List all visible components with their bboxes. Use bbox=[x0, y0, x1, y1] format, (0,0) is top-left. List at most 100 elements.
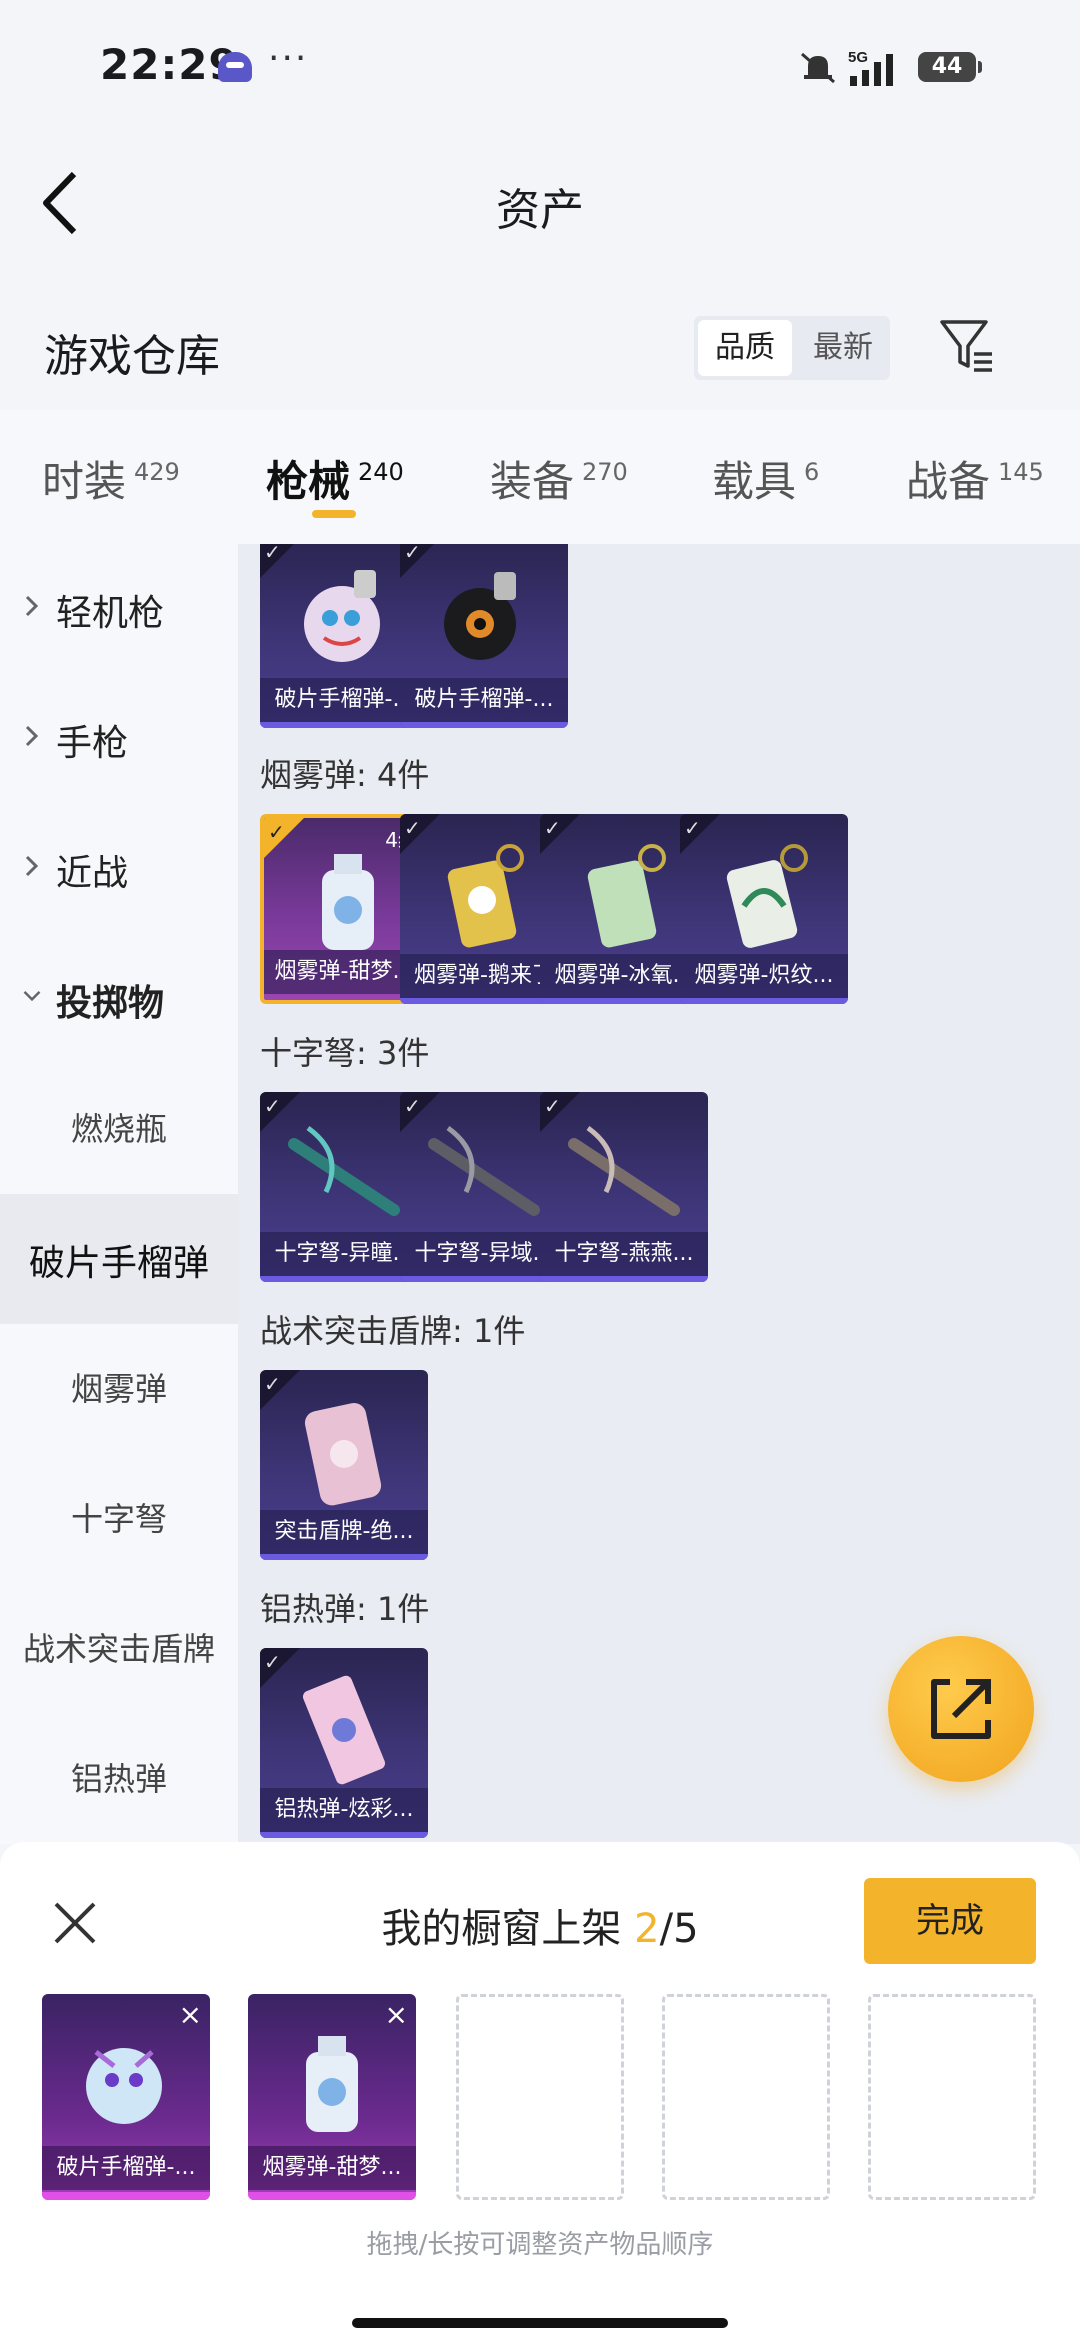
more-notifications-icon: ··· bbox=[268, 38, 309, 79]
smoke-bottle-icon bbox=[322, 854, 374, 950]
filter-icon[interactable] bbox=[938, 316, 994, 376]
grenade-icon bbox=[304, 570, 380, 662]
page-title: 资产 bbox=[496, 185, 584, 236]
smoke-canister-icon bbox=[587, 844, 666, 948]
sidebar-sub-crossbow[interactable]: 十字弩 bbox=[0, 1454, 238, 1584]
slot-item-name: 烟雾弹-甜梦... bbox=[248, 2146, 416, 2190]
total-count: /5 bbox=[659, 1906, 699, 1952]
chevron-down-icon bbox=[23, 990, 41, 1002]
tab-vehicles[interactable]: 载具 6 bbox=[712, 448, 819, 509]
tab-supplies[interactable]: 战备 145 bbox=[906, 448, 1044, 509]
sidebar-sub-smoke[interactable]: 烟雾弹 bbox=[0, 1324, 238, 1454]
showcase-slot[interactable]: × 破片手榴弹-... bbox=[42, 1994, 210, 2200]
showcase-slot[interactable]: × 烟雾弹-甜梦... bbox=[248, 1994, 416, 2200]
asset-card[interactable]: ✓ 突击盾牌-绝... bbox=[260, 1370, 428, 1560]
check-icon: ✓ bbox=[264, 544, 281, 564]
battery-indicator: 44 bbox=[918, 52, 982, 82]
category-tabs: 时装 429 枪械 240 装备 270 载具 6 战备 145 bbox=[0, 410, 1080, 544]
asset-card[interactable]: ✓ 十字弩-燕燕... bbox=[540, 1092, 708, 1282]
sidebar-sub-label: 烟雾弹 bbox=[70, 1370, 167, 1408]
sidebar-sub-label: 铝热弹 bbox=[70, 1760, 167, 1798]
sidebar-item-label: 投掷物 bbox=[56, 983, 165, 1024]
active-tab-indicator bbox=[312, 510, 356, 518]
check-icon: ✓ bbox=[264, 1650, 281, 1674]
empty-slot[interactable] bbox=[662, 1994, 830, 2200]
sort-latest-button[interactable]: 最新 bbox=[796, 316, 890, 380]
crossbow-icon bbox=[568, 1125, 680, 1216]
group-label: 十字弩: 3件 bbox=[260, 1034, 430, 1072]
sidebar-sub-label: 破片手榴弹 bbox=[28, 1243, 209, 1284]
sidebar-item-label: 轻机枪 bbox=[56, 593, 165, 634]
shield-icon bbox=[304, 1403, 382, 1506]
chevron-right-icon bbox=[25, 725, 39, 747]
sidebar-item-lmg[interactable]: 轻机枪 bbox=[0, 544, 238, 674]
sidebar-sub-frag-grenade[interactable]: 破片手榴弹 bbox=[0, 1194, 238, 1324]
warehouse-bar: 游戏仓库 品质 最新 bbox=[0, 290, 1080, 410]
asset-name: 十字弩-燕燕... bbox=[540, 1232, 708, 1276]
smoke-canister-icon bbox=[447, 844, 524, 948]
smoke-canister-icon bbox=[726, 844, 808, 948]
sidebar-item-label: 手枪 bbox=[56, 723, 129, 764]
thermite-icon bbox=[302, 1675, 386, 1785]
warehouse-title: 游戏仓库 bbox=[44, 331, 220, 382]
share-external-icon bbox=[931, 1679, 991, 1739]
asset-name: 突击盾牌-绝... bbox=[260, 1510, 428, 1554]
sort-toggle: 品质 最新 bbox=[694, 316, 890, 380]
signal-icon: 5G bbox=[848, 49, 893, 86]
crossbow-icon bbox=[428, 1125, 540, 1216]
check-icon: ✓ bbox=[268, 820, 285, 844]
sidebar-item-label: 近战 bbox=[56, 853, 129, 894]
tab-fashion[interactable]: 时装 429 bbox=[42, 448, 180, 509]
tab-firearms[interactable]: 枪械 240 bbox=[266, 448, 404, 509]
grenade-icon bbox=[444, 572, 516, 660]
sort-quality-button[interactable]: 品质 bbox=[698, 320, 792, 376]
reorder-hint: 拖拽/长按可调整资产物品顺序 bbox=[366, 2230, 714, 2260]
page-header: 资产 bbox=[0, 140, 1080, 270]
chevron-right-icon bbox=[25, 855, 39, 877]
smoke-bottle-icon bbox=[306, 2036, 358, 2132]
check-icon: ✓ bbox=[684, 816, 701, 840]
empty-slot[interactable] bbox=[456, 1994, 624, 2200]
check-icon: ✓ bbox=[544, 1094, 561, 1118]
check-icon: ✓ bbox=[404, 816, 421, 840]
sidebar-item-throwables[interactable]: 投掷物 bbox=[0, 934, 238, 1064]
check-icon: ✓ bbox=[404, 544, 421, 564]
group-label: 战术突击盾牌: 1件 bbox=[260, 1312, 526, 1350]
category-sidebar: 轻机枪 手枪 近战 投掷物 燃烧瓶 破片手榴弹 烟雾弹 十字弩 战术突击盾牌 铝… bbox=[0, 544, 238, 1844]
asset-name: 破片手榴弹-... bbox=[400, 678, 568, 722]
sidebar-item-melee[interactable]: 近战 bbox=[0, 804, 238, 934]
slot-item-name: 破片手榴弹-... bbox=[42, 2146, 210, 2190]
sidebar-sub-label: 战术突击盾牌 bbox=[22, 1630, 215, 1668]
asset-name: 铝热弹-炫彩... bbox=[260, 1788, 428, 1832]
check-icon: ✓ bbox=[404, 1094, 421, 1118]
crossbow-icon bbox=[288, 1125, 400, 1216]
grenade-icon bbox=[86, 2048, 162, 2124]
sidebar-sub-molotov[interactable]: 燃烧瓶 bbox=[0, 1064, 238, 1194]
check-icon: ✓ bbox=[264, 1094, 281, 1118]
group-label: 烟雾弹: 4件 bbox=[260, 756, 430, 794]
asset-card[interactable]: ✓ 烟雾弹-炽纹... bbox=[680, 814, 848, 1004]
asset-name: 烟雾弹-炽纹... bbox=[680, 954, 848, 998]
group-label: 铝热弹: 1件 bbox=[260, 1590, 430, 1628]
sidebar-sub-shield[interactable]: 战术突击盾牌 bbox=[0, 1584, 238, 1714]
asset-card[interactable]: ✓ 破片手榴弹-... bbox=[400, 544, 568, 728]
share-fab-button[interactable] bbox=[888, 1636, 1034, 1782]
chevron-right-icon bbox=[25, 595, 39, 617]
check-icon: ✓ bbox=[264, 1372, 281, 1396]
done-button[interactable]: 完成 bbox=[864, 1878, 1036, 1964]
sidebar-sub-label: 燃烧瓶 bbox=[70, 1110, 167, 1148]
check-icon: ✓ bbox=[544, 816, 561, 840]
app-notification-icon bbox=[218, 52, 252, 82]
used-count: 2 bbox=[634, 1906, 660, 1952]
mute-bell-icon bbox=[801, 52, 835, 84]
sidebar-sub-thermite[interactable]: 铝热弹 bbox=[0, 1714, 238, 1844]
showcase-sheet: 我的橱窗上架 2/5 完成 × 破片手榴弹-... × 烟雾弹-甜梦... 拖拽… bbox=[0, 1842, 1080, 2347]
tab-equipment[interactable]: 装备 270 bbox=[490, 448, 628, 509]
home-indicator[interactable] bbox=[352, 2318, 728, 2328]
asset-card[interactable]: ✓ 铝热弹-炫彩... bbox=[260, 1648, 428, 1838]
empty-slot[interactable] bbox=[868, 1994, 1036, 2200]
status-bar: 22:29 ··· 5G 44 bbox=[0, 0, 1080, 140]
network-type: 5G bbox=[848, 49, 868, 66]
sidebar-item-pistol[interactable]: 手枪 bbox=[0, 674, 238, 804]
sidebar-sub-label: 十字弩 bbox=[70, 1500, 167, 1538]
